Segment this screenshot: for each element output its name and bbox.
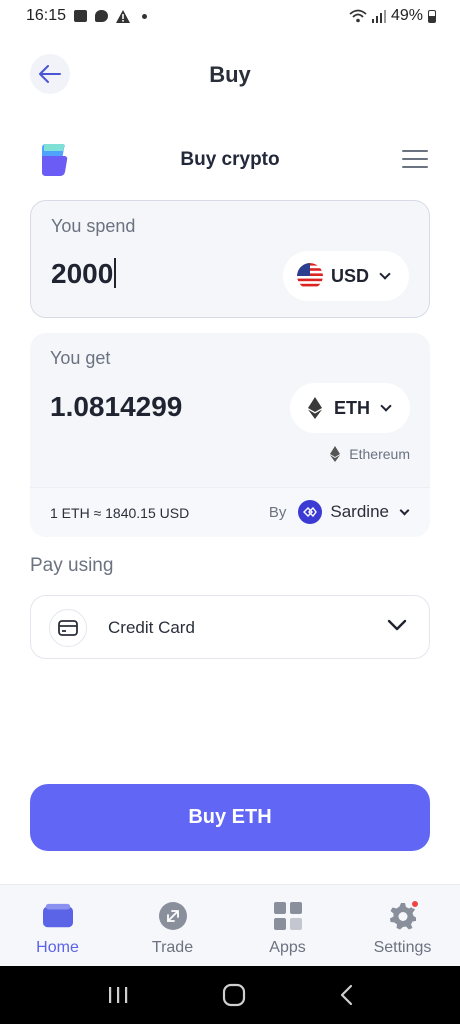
nav-settings-label: Settings	[373, 939, 432, 956]
provider-prefix: By	[268, 503, 287, 521]
nav-trade[interactable]: Trade	[115, 885, 230, 966]
nav-home[interactable]: Home	[0, 885, 115, 966]
hamburger-menu-icon[interactable]	[402, 150, 428, 168]
get-label: You get	[50, 348, 111, 368]
exchange-rate: 1 ETH ≈ 1840.15 USD	[50, 505, 190, 521]
text-cursor	[114, 258, 116, 288]
trade-icon	[158, 901, 188, 931]
us-flag-icon	[296, 263, 323, 289]
nav-trade-label: Trade	[151, 939, 194, 956]
widget-title: Buy crypto	[180, 149, 280, 170]
apps-icon	[273, 901, 303, 931]
spend-amount-value: 2000	[51, 258, 114, 289]
status-bar: 16:15 49%	[0, 0, 460, 32]
back-system-icon[interactable]	[339, 984, 353, 1006]
get-card: You get 1.0814299 ETH Ethereum 1 ETH ≈ 1…	[30, 333, 430, 537]
recent-apps-icon[interactable]	[107, 985, 129, 1005]
credit-card-icon-wrap	[49, 609, 87, 647]
sardine-logo-icon	[298, 500, 323, 524]
signal-icon	[371, 9, 386, 23]
gallery-notification-icon	[74, 10, 88, 22]
spend-card: You spend 2000 USD	[30, 200, 430, 318]
notification-badge	[409, 899, 420, 909]
warning-icon	[116, 9, 131, 23]
chevron-down-icon	[380, 400, 392, 412]
wifi-icon	[349, 9, 367, 23]
status-left: 16:15	[26, 7, 148, 25]
buy-button[interactable]: Buy ETH	[30, 784, 430, 851]
widget-header: Buy crypto	[30, 140, 430, 180]
message-notification-icon	[95, 10, 109, 22]
pay-using-label: Pay using	[30, 555, 114, 576]
battery-percent: 49%	[390, 7, 423, 24]
system-nav-bar	[0, 966, 460, 1024]
app-header: Buy	[0, 52, 460, 96]
more-notifications-icon	[142, 13, 148, 19]
home-system-icon[interactable]	[222, 983, 246, 1007]
spend-amount-input[interactable]: 2000	[51, 258, 116, 290]
status-time: 16:15	[26, 7, 67, 24]
chevron-down-icon	[379, 268, 391, 280]
token-code: ETH	[334, 397, 370, 418]
rate-row: 1 ETH ≈ 1840.15 USD By Sardine	[30, 487, 430, 537]
network-label: Ethereum	[329, 446, 410, 462]
ethereum-small-icon	[330, 446, 341, 462]
get-amount: 1.0814299	[50, 391, 183, 422]
provider-selector[interactable]: By Sardine	[268, 500, 410, 524]
spend-label: You spend	[51, 216, 136, 236]
currency-code: USD	[330, 265, 369, 286]
chevron-down-icon	[399, 505, 410, 515]
network-name: Ethereum	[349, 446, 410, 462]
gear-icon	[388, 899, 420, 931]
nav-settings[interactable]: Settings	[345, 885, 460, 966]
payment-method-name: Credit Card	[108, 618, 195, 637]
credit-card-icon	[58, 620, 78, 636]
currency-selector[interactable]: USD	[282, 251, 409, 301]
chevron-down-icon	[387, 619, 407, 631]
nav-apps[interactable]: Apps	[230, 885, 345, 966]
token-selector[interactable]: ETH	[290, 383, 410, 433]
payment-method-selector[interactable]: Credit Card	[30, 595, 430, 659]
nav-home-label: Home	[36, 939, 79, 956]
page-title: Buy	[209, 62, 251, 87]
battery-icon	[428, 9, 436, 23]
nav-apps-label: Apps	[269, 939, 306, 956]
status-right: 49%	[349, 7, 436, 25]
wallet-icon	[42, 901, 73, 931]
ethereum-icon	[308, 397, 322, 419]
provider-name: Sardine	[330, 502, 389, 521]
bottom-nav: Home Trade Apps Settings	[0, 884, 460, 966]
